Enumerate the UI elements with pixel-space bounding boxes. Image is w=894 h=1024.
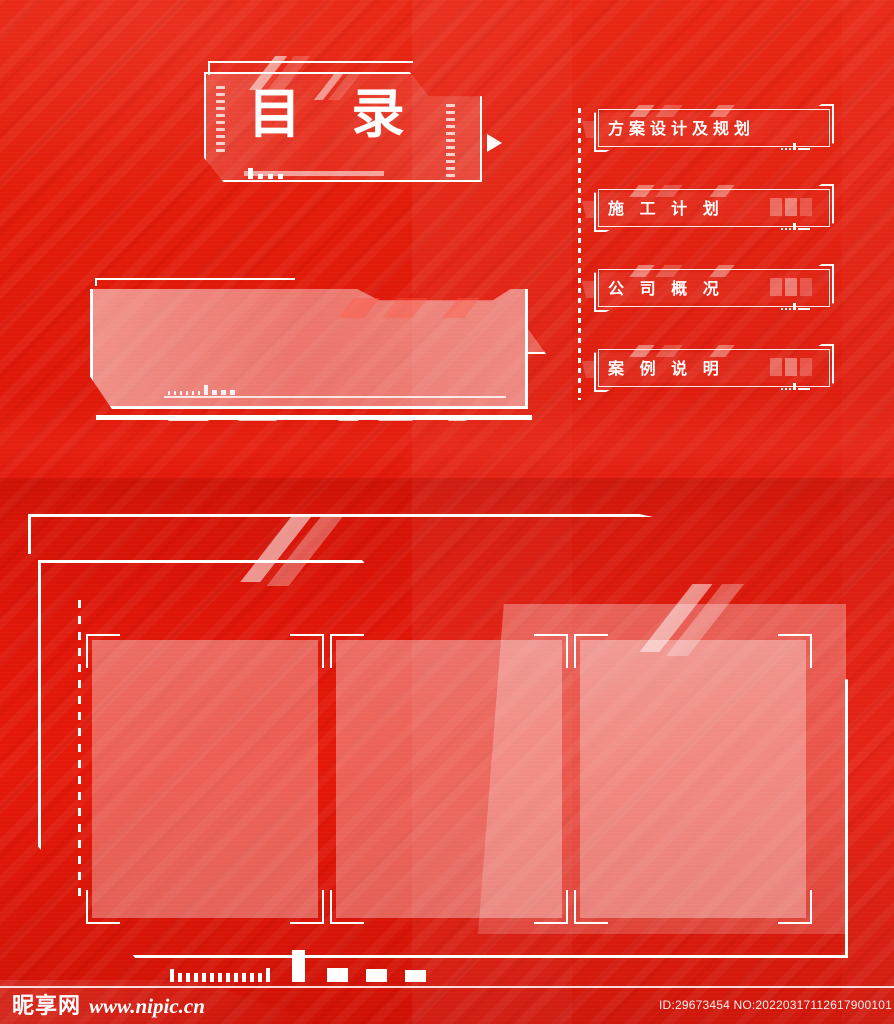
image-id-text: ID:29673454 NO:20220317112617900101 [659,998,892,1012]
panel-underline [164,396,506,398]
panel-body [90,289,528,409]
menu-item-blocks [770,358,812,376]
panel-top-outline [95,278,295,286]
menu-item-mini-marks [781,143,810,150]
menu-item-label: 施 工 计 划 [608,199,724,218]
lower-dashed-rail-left [78,600,81,896]
menu-item-3[interactable]: 公 司 概 况 [582,264,834,312]
lower-outer-outline [28,514,832,554]
watermark: 昵享网 www.nipic.cn [12,988,205,1020]
photo-slot-2-fill [336,640,562,918]
panel-right-tab [526,326,546,354]
corner-bracket-br [290,890,324,924]
corner-bracket-tl [86,634,120,668]
menu-item-blocks [770,198,812,216]
menu-item-mini-marks [781,383,810,390]
play-triangle-icon[interactable] [487,134,502,152]
menu-item-label: 公 司 概 况 [608,279,724,298]
title-tick-column-left [216,86,225,152]
photo-slot-1[interactable] [86,634,324,924]
photo-slot-3-fill [580,640,806,918]
menu-item-4[interactable]: 案 例 说 明 [582,344,834,392]
corner-bracket-bl [574,890,608,924]
photo-slot-2[interactable] [330,634,568,924]
menu-item-mini-marks [781,223,810,230]
content-glass-panel[interactable] [90,278,546,421]
menu-dashed-rail [578,108,581,400]
corner-bracket-tr [290,634,324,668]
poster-canvas: 目 录 方案设计及规划施 工 计 划公 司 概 况案 例 说 明 昵享网 www… [0,0,894,1024]
watermark-url: www.nipic.cn [89,994,205,1018]
corner-bracket-br [534,890,568,924]
menu-item-label: 案 例 说 明 [608,359,724,378]
panel-ruler-graphic [168,385,235,395]
menu-item-left-tab [582,201,596,218]
title-tick-column-right [446,104,455,177]
bottom-bar-graphic [170,948,426,982]
menu-item-label: 方案设计及规划 [608,119,756,138]
menu-item-left-tab [582,361,596,378]
page-title: 目 录 [248,84,421,145]
corner-bracket-bl [330,890,364,924]
footer-watermark-bar: 昵享网 www.nipic.cn ID:29673454 NO:20220317… [0,980,894,1024]
corner-bracket-tr [534,634,568,668]
menu-item-left-tab [582,281,596,298]
menu-item-blocks [770,278,812,296]
corner-bracket-br [778,890,812,924]
panel-base-line [96,415,532,420]
corner-bracket-tl [574,634,608,668]
watermark-logo: 昵享网 [12,994,82,1019]
corner-bracket-bl [86,890,120,924]
title-bar-graphic [248,168,283,179]
photo-slot-1-fill [92,640,318,918]
menu-item-2[interactable]: 施 工 计 划 [582,184,834,232]
menu-list: 方案设计及规划施 工 计 划公 司 概 况案 例 说 明 [578,104,834,400]
photo-slot-3[interactable] [574,634,812,924]
corner-bracket-tl [330,634,364,668]
menu-item-1[interactable]: 方案设计及规划 [582,104,834,152]
menu-item-left-tab [582,121,596,138]
title-block: 目 录 [196,56,502,192]
corner-bracket-tr [778,634,812,668]
menu-item-mini-marks [781,303,810,310]
